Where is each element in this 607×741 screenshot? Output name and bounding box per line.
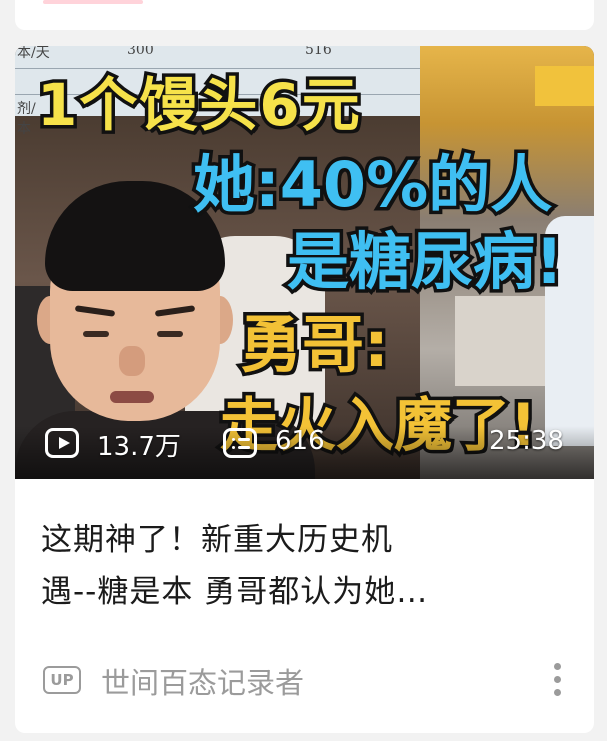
danmaku-icon-line	[238, 438, 250, 441]
more-icon[interactable]	[550, 660, 564, 700]
table-cell: 300	[127, 46, 154, 58]
shop-sign	[535, 66, 594, 106]
danmaku-icon-line	[238, 446, 250, 449]
video-thumbnail[interactable]: 本/天 300 516 剂/ 本 1个馒头6元 她:40%的人 是糖尿病! 勇哥…	[15, 46, 594, 479]
presenter-eye	[157, 331, 183, 337]
presenter-eye	[83, 331, 109, 337]
danmaku-icon	[223, 428, 257, 458]
video-duration: 25:38	[489, 426, 564, 456]
video-title[interactable]: 这期神了！新重大历史机 遇--糖是本 勇哥都认为她…	[41, 514, 571, 618]
more-icon-dot	[554, 676, 561, 683]
overlay-headline-1: 1个馒头6元	[34, 68, 364, 143]
more-icon-dot	[554, 663, 561, 670]
uploader-name[interactable]: 世间百态记录者	[101, 660, 304, 702]
video-card[interactable]: 本/天 300 516 剂/ 本 1个馒头6元 她:40%的人 是糖尿病! 勇哥…	[15, 46, 594, 733]
previous-card-accent	[43, 0, 143, 4]
danmaku-icon-dot	[232, 438, 235, 441]
overlay-headline-3: 是糖尿病!	[283, 222, 566, 302]
danmaku-icon-dot	[232, 446, 235, 449]
presenter-mouth	[110, 391, 154, 403]
up-badge-icon: UP	[43, 666, 81, 694]
video-title-line-1: 这期神了！新重大历史机	[41, 522, 393, 558]
view-count: 13.7万	[97, 432, 181, 462]
previous-card[interactable]	[15, 0, 594, 30]
table-cell: 剂/	[17, 101, 36, 117]
play-icon	[45, 428, 79, 458]
danmaku-count: 616	[275, 426, 325, 456]
video-title-line-2: 遇--糖是本 勇哥都认为她…	[41, 574, 429, 610]
table-cell: 516	[305, 46, 332, 58]
more-icon-dot	[554, 689, 561, 696]
table-cell: 本	[17, 121, 31, 137]
presenter-nose	[119, 346, 145, 376]
overlay-headline-4: 勇哥:	[237, 305, 393, 385]
